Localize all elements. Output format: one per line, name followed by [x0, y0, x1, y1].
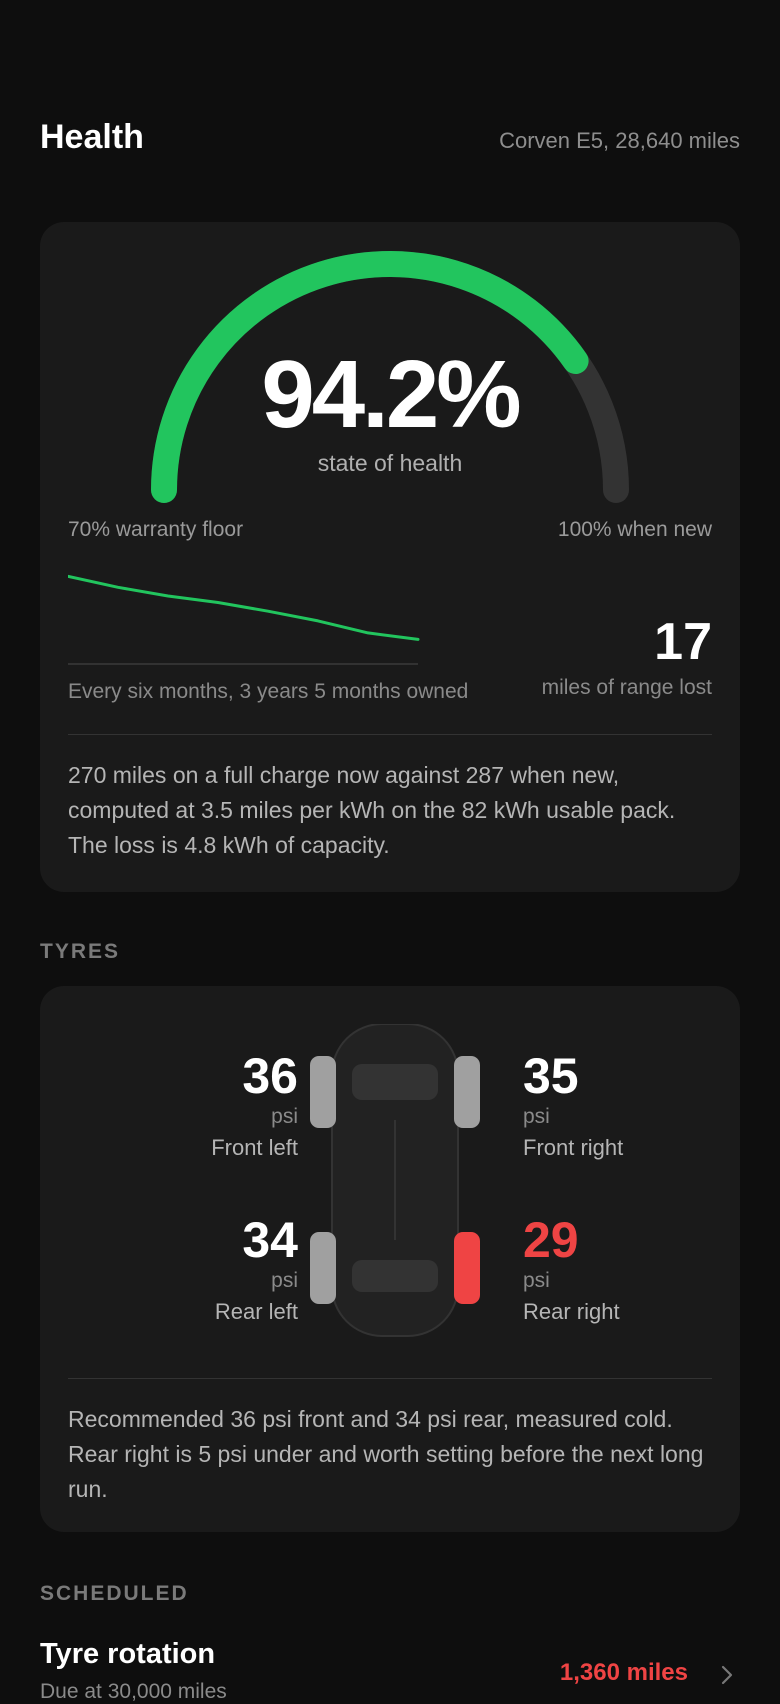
health-description: 270 miles on a full charge now against 2… — [68, 758, 712, 863]
tyre-front-right: 35 psi Front right — [523, 1048, 723, 1166]
tyre-pressure-value-alert: 29 — [523, 1212, 723, 1268]
tyre-pressure-value: 36 — [98, 1048, 298, 1104]
wheel-rear-right — [454, 1232, 480, 1304]
gauge-max-label: 100% when new — [558, 518, 712, 542]
chevron-right-icon — [720, 1664, 734, 1686]
vehicle-summary: Corven E5, 28,640 miles — [499, 128, 740, 154]
soh-label: state of health — [40, 450, 740, 477]
tyres-section-label: TYRES — [40, 940, 120, 964]
tyre-pressure-unit: psi — [98, 1268, 298, 1294]
tyres-note: Recommended 36 psi front and 34 psi rear… — [68, 1402, 720, 1507]
tyres-card: 36 psi Front left 34 psi Rear left 35 ps… — [40, 986, 740, 1532]
tyre-position-label: Rear right — [523, 1294, 723, 1330]
divider — [68, 1378, 712, 1379]
tyre-pressure-unit: psi — [523, 1104, 723, 1130]
tyre-rear-right: 29 psi Rear right — [523, 1212, 723, 1330]
wheel-front-right — [454, 1056, 480, 1128]
battery-health-card: 94.2% state of health 70% warranty floor… — [40, 222, 740, 892]
scheduled-item-remaining: 1,360 miles — [560, 1659, 688, 1687]
tyre-pressure-unit: psi — [523, 1268, 723, 1294]
page-title: Health — [40, 118, 144, 157]
trend-caption: Every six months, 3 years 5 months owned — [68, 680, 468, 704]
page-header: Health Corven E5, 28,640 miles — [40, 116, 740, 166]
wheel-rear-left — [310, 1232, 336, 1304]
gauge-min-label: 70% warranty floor — [68, 518, 243, 542]
scheduled-item-title: Tyre rotation — [40, 1638, 215, 1671]
soh-trend-series-line — [68, 576, 418, 639]
tyre-pressure-value: 35 — [523, 1048, 723, 1104]
range-lost-label: miles of range lost — [542, 676, 712, 700]
range-lost-value: 17 — [654, 612, 712, 672]
wheel-front-left — [310, 1056, 336, 1128]
car-top-view-icon — [310, 1024, 480, 1344]
tyre-position-label: Front right — [523, 1130, 723, 1166]
tyre-position-label: Front left — [98, 1130, 298, 1166]
tyre-rear-left: 34 psi Rear left — [98, 1212, 298, 1330]
soh-value: 94.2% — [40, 340, 740, 450]
divider — [68, 734, 712, 735]
tyre-pressure-value: 34 — [98, 1212, 298, 1268]
scheduled-section-label: SCHEDULED — [40, 1582, 189, 1606]
tyre-front-left: 36 psi Front left — [98, 1048, 298, 1166]
car-windshield — [352, 1064, 438, 1100]
tyre-position-label: Rear left — [98, 1294, 298, 1330]
tyre-pressure-unit: psi — [98, 1104, 298, 1130]
car-rear-window — [352, 1260, 438, 1292]
soh-trend-chart — [68, 567, 458, 672]
scheduled-item-detail: Due at 30,000 miles — [40, 1680, 227, 1704]
